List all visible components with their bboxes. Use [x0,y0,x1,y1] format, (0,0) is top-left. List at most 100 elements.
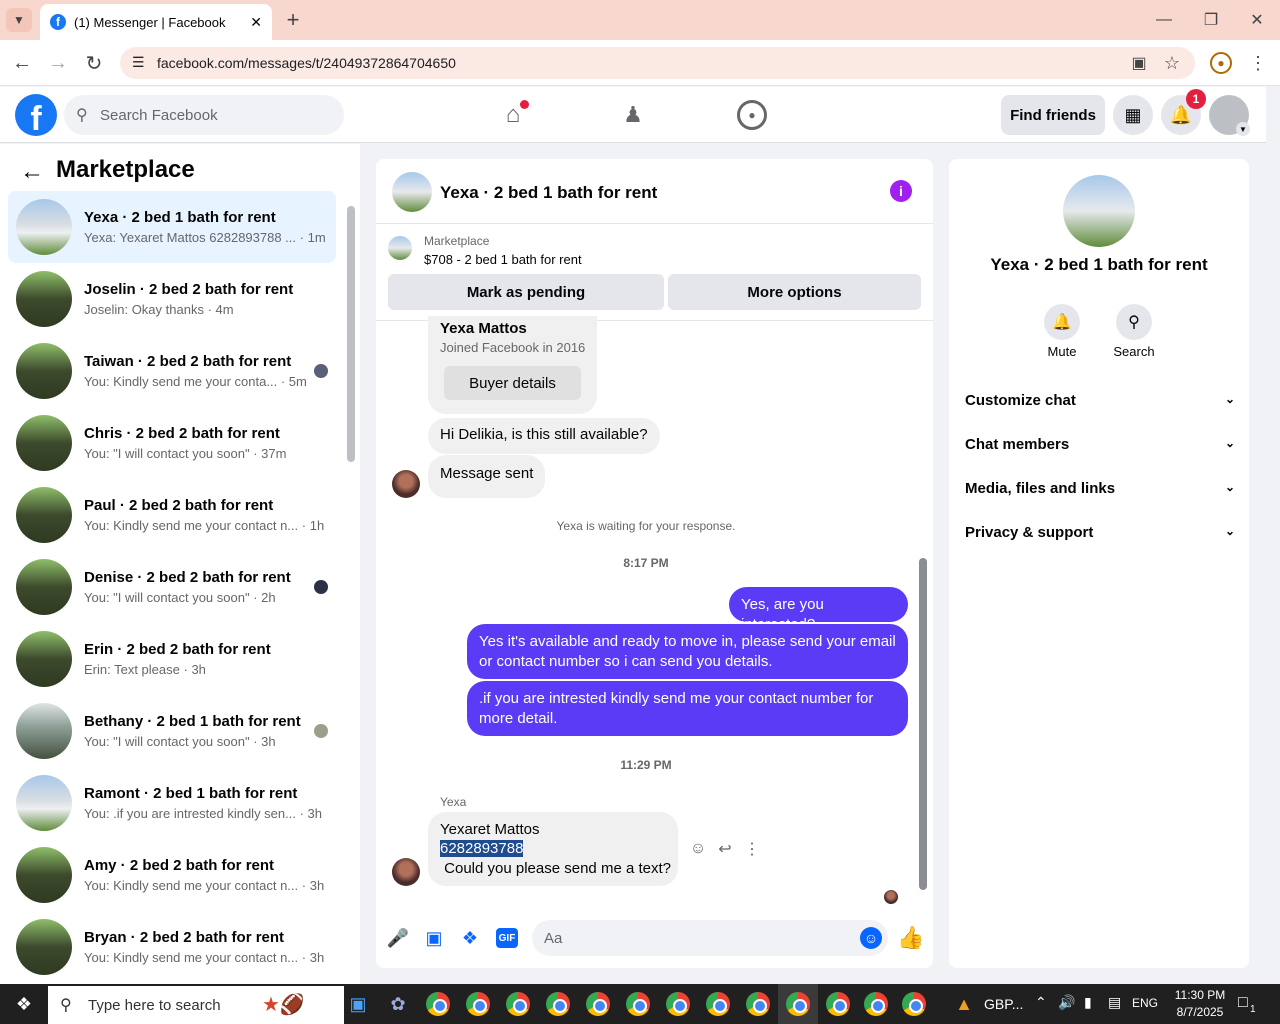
friends-icon[interactable]: ♟ [618,100,648,130]
close-icon[interactable]: ✕ [250,14,262,31]
sender-avatar[interactable] [392,858,420,886]
info-icon[interactable]: i [890,180,912,202]
chrome-taskbar-icon[interactable] [658,984,698,1024]
reload-icon[interactable]: ↻ [82,50,106,76]
gif-icon[interactable]: GIF [496,928,518,948]
chrome-taskbar-icon[interactable] [818,984,858,1024]
sender-avatar[interactable] [392,470,420,498]
message-input[interactable]: Aa [532,920,888,956]
currency-label[interactable]: GBP... [984,996,1023,1012]
speaker-icon[interactable]: 🔊 [1058,994,1075,1011]
facebook-logo[interactable]: f [15,94,57,136]
minimize-button[interactable]: — [1150,8,1178,32]
conversation-item[interactable]: Taiwan · 2 bed 2 bath for rent You: Kind… [8,335,336,407]
buyer-details-button[interactable]: Buyer details [444,366,581,400]
conversation-item[interactable]: Joselin · 2 bed 2 bath for rent Joselin:… [8,263,336,335]
panel-item-media-files-links[interactable]: Media, files and links ⌄ [965,480,1235,497]
emoji-icon[interactable]: ☺ [860,927,882,949]
sidebar-scrollbar[interactable] [346,192,356,982]
chat-title[interactable]: Yexa · 2 bed 1 bath for rent [440,183,657,203]
language-indicator[interactable]: ENG [1132,996,1158,1010]
chat-scroll-thumb[interactable] [919,558,927,890]
conversation-item[interactable]: Amy · 2 bed 2 bath for rent You: Kindly … [8,839,336,911]
chrome-taskbar-icon[interactable] [538,984,578,1024]
panel-item-privacy-support[interactable]: Privacy & support ⌄ [965,524,1235,541]
thumbs-up-icon[interactable]: 👍 [897,924,924,952]
restore-button[interactable]: ❐ [1197,8,1225,32]
chrome-taskbar-icon-active[interactable] [778,984,818,1024]
site-info-icon[interactable]: ☰ [132,54,145,71]
clock-time[interactable]: 11:30 PM [1172,988,1228,1002]
mute-bell-icon[interactable]: 🔔 [1044,304,1080,340]
tab-search-button[interactable]: ▼ [6,8,32,32]
conversation-item[interactable]: Paul · 2 bed 2 bath for rent You: Kindly… [8,479,336,551]
conversation-item[interactable]: Bryan · 2 bed 2 bath for rent You: Kindl… [8,911,336,983]
panel-item-customize-chat[interactable]: Customize chat ⌄ [965,392,1235,409]
app-icon[interactable]: ✿ [378,984,418,1024]
taskbar-search-input[interactable]: ⚲ Type here to search ★🏈 [48,986,344,1024]
forward-icon[interactable]: → [46,50,70,76]
tray-chevron-up-icon[interactable]: ⌃ [1035,994,1047,1011]
kebab-menu-icon[interactable]: ⋮ [1248,52,1268,74]
more-options-button[interactable]: More options [668,274,921,310]
listing-title[interactable]: $708 - 2 bed 1 bath for rent [424,252,582,267]
microphone-icon[interactable]: 🎤 [387,926,409,950]
conversation-item[interactable]: Yexa · 2 bed 1 bath for rent Yexa: Yexar… [8,191,336,263]
more-icon[interactable]: ⋮ [744,839,760,859]
chat-avatar[interactable] [392,172,432,212]
mute-label[interactable]: Mute [1032,344,1092,359]
install-app-icon[interactable]: ▣ [1128,52,1150,74]
chrome-taskbar-icon[interactable] [618,984,658,1024]
find-friends-button[interactable]: Find friends [1001,95,1105,135]
chrome-taskbar-icon[interactable] [856,984,896,1024]
chrome-taskbar-icon[interactable] [458,984,498,1024]
sticker-icon[interactable]: ❖ [460,926,480,950]
conversation-item[interactable]: Bethany · 2 bed 1 bath for rent You: "I … [8,695,336,767]
message-bubble[interactable]: Message sent [428,455,546,498]
clock-date[interactable]: 8/7/2025 [1172,1005,1228,1019]
windows-start-icon[interactable]: ❖ [4,984,44,1024]
bookmark-star-icon[interactable]: ☆ [1161,52,1183,74]
react-emoji-icon[interactable]: ☺ [688,839,708,859]
groups-icon[interactable]: ● [737,100,767,130]
menu-grid-icon[interactable]: ▦ [1113,95,1153,135]
close-window-button[interactable]: ✕ [1243,8,1271,32]
mark-as-pending-button[interactable]: Mark as pending [388,274,664,310]
image-icon[interactable]: ▣ [424,926,444,950]
chrome-taskbar-icon[interactable] [418,984,458,1024]
back-icon[interactable]: ← [10,50,34,76]
new-tab-button[interactable]: + [282,7,304,32]
chrome-taskbar-icon[interactable] [578,984,618,1024]
back-arrow-icon[interactable]: ← [18,158,46,186]
selected-phone-number[interactable]: 6282893788 [440,840,524,857]
message-bubble-outgoing[interactable]: Yes it's available and ready to move in,… [467,624,908,679]
chrome-taskbar-icon[interactable] [894,984,934,1024]
facebook-search-input[interactable]: ⚲ Search Facebook [64,95,344,135]
conversation-item[interactable]: Ramont · 2 bed 1 bath for rent You: .if … [8,767,336,839]
message-bubble-outgoing[interactable]: Yes, are you interested? [729,587,908,633]
action-center-icon[interactable]: □ [1238,994,1248,1012]
network-icon[interactable]: ▤ [1108,994,1121,1011]
conversation-item[interactable]: Chris · 2 bed 2 bath for rent You: "I wi… [8,407,336,479]
message-bubble-outgoing[interactable]: .if you are intrested kindly send me you… [467,681,908,736]
browser-tab[interactable]: f (1) Messenger | Facebook ✕ [40,4,272,40]
chrome-taskbar-icon[interactable] [738,984,778,1024]
file-explorer-icon[interactable]: ▣ [338,984,378,1024]
address-bar[interactable]: ☰ facebook.com/messages/t/24049372864704… [120,47,1195,79]
battery-icon[interactable]: ▮ [1084,994,1092,1011]
search-label[interactable]: Search [1104,344,1164,359]
reply-icon[interactable]: ↩ [715,839,735,859]
currency-icon[interactable]: ▲ [944,984,984,1024]
sidebar-scroll-thumb[interactable] [347,206,355,462]
chrome-taskbar-icon[interactable] [498,984,538,1024]
panel-item-chat-members[interactable]: Chat members ⌄ [965,436,1235,453]
page-scrollbar[interactable] [1266,87,1280,984]
message-bubble[interactable]: Hi Delikia, is this still available? [428,418,660,454]
search-icon[interactable]: ⚲ [1116,304,1152,340]
profile-icon[interactable]: ● [1210,52,1232,74]
chevron-down-icon[interactable]: ▼ [1236,122,1250,136]
chrome-taskbar-icon[interactable] [698,984,738,1024]
conversation-item[interactable]: Denise · 2 bed 2 bath for rent You: "I w… [8,551,336,623]
conversation-item[interactable]: Erin · 2 bed 2 bath for rent Erin: Text … [8,623,336,695]
chat-scrollbar[interactable] [917,324,929,902]
